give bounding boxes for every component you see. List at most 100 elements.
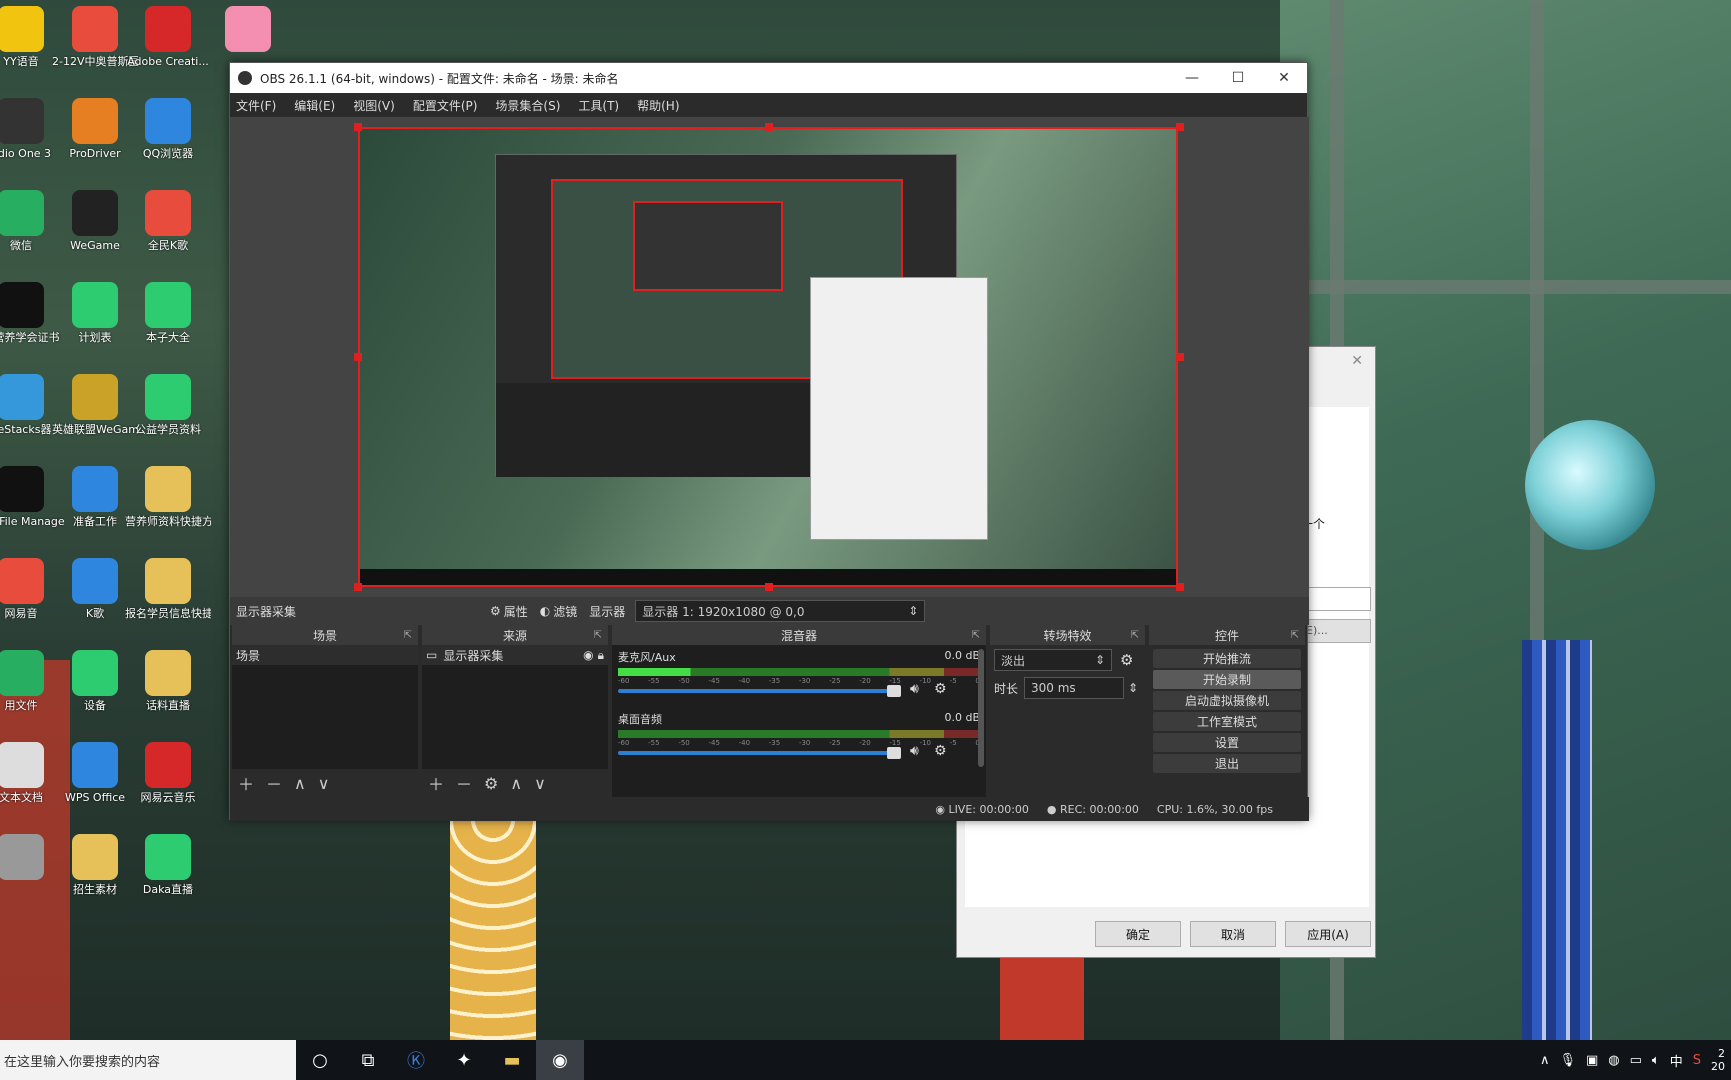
undock-icon[interactable]: ⇱	[972, 630, 980, 641]
chevron-up-icon[interactable]: ∧	[1540, 1053, 1550, 1068]
cpu-fps: CPU: 1.6%, 30.00 fps	[1156, 802, 1273, 816]
ime-indicator[interactable]: 中	[1670, 1051, 1683, 1070]
resize-handle[interactable]	[354, 353, 362, 361]
taskbar-search[interactable]: 在这里输入你要搜索的内容	[0, 1040, 296, 1080]
app-tray-icon[interactable]: ▣	[1586, 1053, 1598, 1068]
lock-icon[interactable]: 🔒︎	[598, 648, 604, 663]
display-select[interactable]: 显示器 1: 1920x1080 @ 0,0 ⇕	[635, 600, 926, 622]
spinbox-icon[interactable]: ⇕	[1128, 681, 1138, 695]
filters-button[interactable]: ◐ 滤镜	[540, 603, 578, 620]
menu-help[interactable]: 帮助(H)	[637, 97, 679, 114]
resize-handle[interactable]	[765, 583, 773, 591]
start-virtual-camera-button[interactable]: 启动虚拟摄像机	[1153, 691, 1301, 710]
menu-edit[interactable]: 编辑(E)	[294, 97, 335, 114]
undock-icon[interactable]: ⇱	[594, 630, 602, 641]
dialog-close-icon[interactable]: ✕	[1351, 353, 1363, 369]
desktop-icon[interactable]: Adobe Creati...	[125, 6, 211, 69]
volume-icon[interactable]: 🔈︎	[1652, 1053, 1660, 1068]
desktop-icon[interactable]: 话料直播	[125, 650, 211, 713]
properties-button[interactable]: ⚙ 属性	[490, 603, 528, 620]
eye-icon[interactable]: ◉	[583, 648, 593, 662]
add-icon[interactable]: ＋	[238, 771, 254, 795]
preview-area[interactable]	[230, 117, 1309, 597]
studio-one-icon[interactable]: ✦	[440, 1040, 488, 1080]
kugou-icon[interactable]: Ⓚ	[392, 1040, 440, 1080]
clock[interactable]: 2 20	[1711, 1047, 1725, 1073]
desktop-icon[interactable]: 全民K歌	[125, 190, 211, 253]
move-down-icon[interactable]: ∨	[534, 774, 546, 793]
menu-view[interactable]: 视图(V)	[353, 97, 395, 114]
undock-icon[interactable]: ⇱	[1291, 630, 1299, 641]
resize-handle[interactable]	[1176, 353, 1184, 361]
minimize-icon[interactable]: —	[1169, 63, 1215, 93]
volume-slider-handle[interactable]	[887, 747, 901, 759]
move-up-icon[interactable]: ∧	[510, 774, 522, 793]
menu-scene-collection[interactable]: 场景集合(S)	[495, 97, 560, 114]
meter-ticks: -60-55-50-45-40-35-30-25-20-15-10-50	[618, 677, 980, 687]
gear-icon[interactable]: ⚙	[934, 681, 947, 697]
file-explorer-icon[interactable]: ▬	[488, 1040, 536, 1080]
wechat-tray-icon[interactable]: ◍	[1608, 1053, 1619, 1068]
desktop-icon[interactable]	[205, 6, 291, 55]
desktop-icon[interactable]: 营养师资料快捷方式 - 快...	[125, 466, 211, 529]
resize-handle[interactable]	[354, 583, 362, 591]
resize-handle[interactable]	[1176, 123, 1184, 131]
network-icon[interactable]: ▭	[1630, 1053, 1642, 1068]
microphone-icon[interactable]: 🎙︎	[1559, 1053, 1576, 1068]
resize-handle[interactable]	[765, 123, 773, 131]
resize-handle[interactable]	[1176, 583, 1184, 591]
move-down-icon[interactable]: ∨	[318, 774, 330, 793]
settings-button[interactable]: 设置	[1153, 733, 1301, 752]
add-icon[interactable]: ＋	[428, 771, 444, 795]
pdf-icon	[72, 6, 118, 52]
scene-item[interactable]: 场景	[232, 645, 418, 665]
scenes-list: 场景	[232, 645, 418, 769]
remove-icon[interactable]: －	[456, 771, 472, 795]
volume-slider-handle[interactable]	[887, 685, 901, 697]
preview-canvas[interactable]	[358, 127, 1178, 587]
gear-icon[interactable]: ⚙	[1120, 651, 1133, 669]
sogou-icon[interactable]: S	[1693, 1053, 1701, 1068]
apply-button[interactable]: 应用(A)	[1285, 921, 1371, 947]
gear-icon[interactable]: ⚙	[934, 743, 947, 759]
studio-mode-button[interactable]: 工作室模式	[1153, 712, 1301, 731]
dialog-input[interactable]	[1301, 587, 1371, 611]
menu-tools[interactable]: 工具(T)	[578, 97, 619, 114]
dialog-browse-button[interactable]: E)...	[1301, 619, 1371, 643]
maximize-icon[interactable]: ☐	[1215, 63, 1261, 93]
desktop-icon[interactable]: QQ浏览器	[125, 98, 211, 161]
volume-slider[interactable]	[618, 689, 893, 693]
resize-handle[interactable]	[354, 123, 362, 131]
desktop-icon[interactable]: Daka直播	[125, 834, 211, 897]
transition-select[interactable]: 淡出 ⇕	[994, 649, 1112, 671]
duration-input[interactable]: 300 ms	[1024, 677, 1125, 699]
desktop-icon[interactable]: 本子大全	[125, 282, 211, 345]
start-recording-button[interactable]: 开始录制	[1153, 670, 1301, 689]
scrollbar[interactable]	[978, 649, 984, 767]
speaker-icon[interactable]: 🔊︎	[910, 743, 919, 759]
cancel-button[interactable]: 取消	[1190, 921, 1276, 947]
desktop-icon[interactable]: 公益学员资料	[125, 374, 211, 437]
sources-dock: 来源 ⇱ ▭ 显示器采集 ◉ 🔒︎ ＋ － ⚙ ∧ ∨	[422, 625, 608, 797]
source-item[interactable]: ▭ 显示器采集 ◉ 🔒︎	[422, 645, 608, 665]
exit-button[interactable]: 退出	[1153, 754, 1301, 773]
obs-icon[interactable]: ◉	[536, 1040, 584, 1080]
undock-icon[interactable]: ⇱	[404, 630, 412, 641]
menu-file[interactable]: 文件(F)	[236, 97, 276, 114]
close-icon[interactable]: ✕	[1261, 63, 1307, 93]
remove-icon[interactable]: －	[266, 771, 282, 795]
ok-button[interactable]: 确定	[1095, 921, 1181, 947]
rec-time: REC: 00:00:00	[1060, 802, 1139, 816]
move-up-icon[interactable]: ∧	[294, 774, 306, 793]
menu-profile[interactable]: 配置文件(P)	[413, 97, 478, 114]
task-view-icon[interactable]: ⧉	[344, 1040, 392, 1080]
desktop-icon[interactable]: 网易云音乐	[125, 742, 211, 805]
speaker-icon[interactable]: 🔊︎	[910, 681, 919, 697]
start-streaming-button[interactable]: 开始推流	[1153, 649, 1301, 668]
undock-icon[interactable]: ⇱	[1131, 630, 1139, 641]
volume-slider[interactable]	[618, 751, 893, 755]
gear-icon[interactable]: ⚙	[484, 774, 498, 793]
cortana-icon[interactable]: ○	[296, 1040, 344, 1080]
desktop-icon[interactable]: 报名学员信息快捷方式	[125, 558, 211, 621]
meter-tick-label: -10	[919, 739, 931, 747]
